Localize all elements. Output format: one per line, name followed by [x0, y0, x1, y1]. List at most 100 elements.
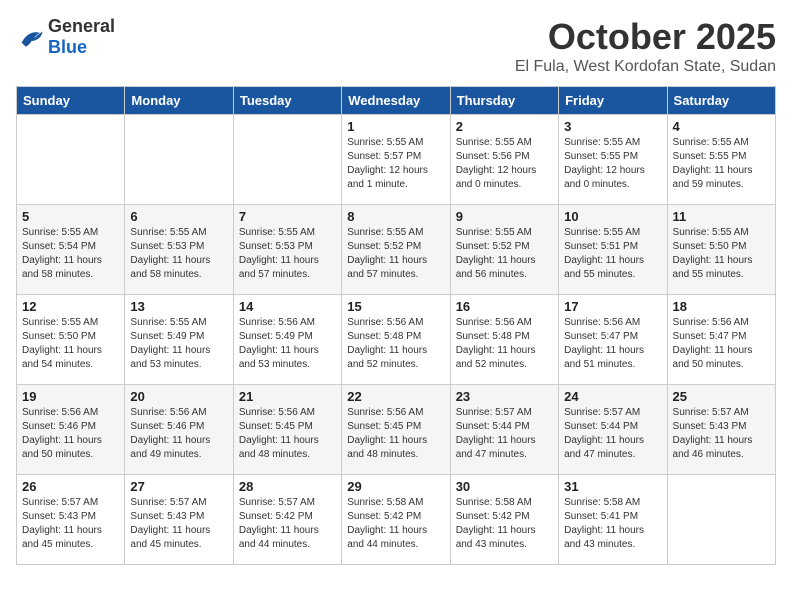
- day-number: 4: [673, 119, 770, 134]
- calendar-cell: [17, 115, 125, 205]
- day-number: 28: [239, 479, 336, 494]
- calendar-cell: 21 Sunrise: 5:56 AM Sunset: 5:45 PM Dayli…: [233, 385, 341, 475]
- day-number: 25: [673, 389, 770, 404]
- calendar-cell: [233, 115, 341, 205]
- calendar-cell: 1Sunrise: 5:55 AM Sunset: 5:57 PM Daylig…: [342, 115, 450, 205]
- calendar-cell: 14Sunrise: 5:56 AM Sunset: 5:49 PM Dayli…: [233, 295, 341, 385]
- day-number: 26: [22, 479, 119, 494]
- day-number: 16: [456, 299, 553, 314]
- day-number: 1: [347, 119, 444, 134]
- calendar-cell: 24 Sunrise: 5:57 AM Sunset: 5:44 PM Dayli…: [559, 385, 667, 475]
- day-number: 15: [347, 299, 444, 314]
- calendar-cell: 31 Sunrise: 5:58 AM Sunset: 5:41 PM Dayli…: [559, 475, 667, 565]
- cell-content: Sunrise: 5:57 AM Sunset: 5:43 PM Dayligh…: [673, 406, 770, 462]
- day-number: 24: [564, 389, 661, 404]
- cell-content: Sunrise: 5:55 AM Sunset: 5:52 PM Dayligh…: [347, 226, 444, 282]
- cell-content: Sunrise: 5:56 AM Sunset: 5:46 PM Dayligh…: [22, 406, 119, 462]
- weekday-header-thursday: Thursday: [450, 87, 558, 115]
- day-number: 10: [564, 209, 661, 224]
- calendar-cell: 16Sunrise: 5:56 AM Sunset: 5:48 PM Dayli…: [450, 295, 558, 385]
- cell-content: Sunrise: 5:55 AM Sunset: 5:51 PM Dayligh…: [564, 226, 661, 282]
- logo-wordmark: General Blue: [48, 16, 115, 58]
- day-number: 8: [347, 209, 444, 224]
- calendar-cell: 3 Sunrise: 5:55 AM Sunset: 5:55 PM Daylig…: [559, 115, 667, 205]
- calendar-cell: 6 Sunrise: 5:55 AM Sunset: 5:53 PM Daylig…: [125, 205, 233, 295]
- cell-content: Sunrise: 5:55 AM Sunset: 5:50 PM Dayligh…: [673, 226, 770, 282]
- cell-content: Sunrise: 5:56 AM Sunset: 5:47 PM Dayligh…: [564, 316, 661, 372]
- weekday-header-wednesday: Wednesday: [342, 87, 450, 115]
- calendar-cell: 5 Sunrise: 5:55 AM Sunset: 5:54 PM Daylig…: [17, 205, 125, 295]
- day-number: 9: [456, 209, 553, 224]
- calendar-cell: 25 Sunrise: 5:57 AM Sunset: 5:43 PM Dayli…: [667, 385, 775, 475]
- cell-content: Sunrise: 5:55 AM Sunset: 5:55 PM Dayligh…: [673, 136, 770, 192]
- cell-content: Sunrise: 5:57 AM Sunset: 5:44 PM Dayligh…: [564, 406, 661, 462]
- cell-content: Sunrise: 5:56 AM Sunset: 5:48 PM Dayligh…: [347, 316, 444, 372]
- calendar-cell: 20Sunrise: 5:56 AM Sunset: 5:46 PM Dayli…: [125, 385, 233, 475]
- calendar-week-3: 12Sunrise: 5:55 AM Sunset: 5:50 PM Dayli…: [17, 295, 776, 385]
- day-number: 19: [22, 389, 119, 404]
- logo-general-text: General: [48, 16, 115, 36]
- day-number: 5: [22, 209, 119, 224]
- calendar-cell: 12Sunrise: 5:55 AM Sunset: 5:50 PM Dayli…: [17, 295, 125, 385]
- calendar-cell: 15 Sunrise: 5:56 AM Sunset: 5:48 PM Dayli…: [342, 295, 450, 385]
- calendar-cell: 7 Sunrise: 5:55 AM Sunset: 5:53 PM Daylig…: [233, 205, 341, 295]
- day-number: 27: [130, 479, 227, 494]
- day-number: 2: [456, 119, 553, 134]
- cell-content: Sunrise: 5:57 AM Sunset: 5:42 PM Dayligh…: [239, 496, 336, 552]
- calendar-cell: 27Sunrise: 5:57 AM Sunset: 5:43 PM Dayli…: [125, 475, 233, 565]
- cell-content: Sunrise: 5:57 AM Sunset: 5:43 PM Dayligh…: [22, 496, 119, 552]
- day-number: 6: [130, 209, 227, 224]
- calendar-cell: 13Sunrise: 5:55 AM Sunset: 5:49 PM Dayli…: [125, 295, 233, 385]
- location-subtitle: El Fula, West Kordofan State, Sudan: [515, 58, 776, 76]
- day-number: 22: [347, 389, 444, 404]
- day-number: 31: [564, 479, 661, 494]
- logo-blue-text: Blue: [48, 37, 87, 57]
- calendar-cell: 30 Sunrise: 5:58 AM Sunset: 5:42 PM Dayli…: [450, 475, 558, 565]
- calendar-cell: 19 Sunrise: 5:56 AM Sunset: 5:46 PM Dayli…: [17, 385, 125, 475]
- day-number: 23: [456, 389, 553, 404]
- calendar-week-1: 1Sunrise: 5:55 AM Sunset: 5:57 PM Daylig…: [17, 115, 776, 205]
- page-header: General Blue October 2025 El Fula, West …: [16, 16, 776, 76]
- day-number: 11: [673, 209, 770, 224]
- calendar-cell: 17 Sunrise: 5:56 AM Sunset: 5:47 PM Dayli…: [559, 295, 667, 385]
- month-title: October 2025: [515, 16, 776, 58]
- day-number: 12: [22, 299, 119, 314]
- day-number: 30: [456, 479, 553, 494]
- cell-content: Sunrise: 5:56 AM Sunset: 5:45 PM Dayligh…: [239, 406, 336, 462]
- day-number: 7: [239, 209, 336, 224]
- cell-content: Sunrise: 5:58 AM Sunset: 5:42 PM Dayligh…: [456, 496, 553, 552]
- cell-content: Sunrise: 5:58 AM Sunset: 5:41 PM Dayligh…: [564, 496, 661, 552]
- calendar-week-5: 26 Sunrise: 5:57 AM Sunset: 5:43 PM Dayli…: [17, 475, 776, 565]
- weekday-header-tuesday: Tuesday: [233, 87, 341, 115]
- cell-content: Sunrise: 5:55 AM Sunset: 5:53 PM Dayligh…: [130, 226, 227, 282]
- calendar-cell: 29Sunrise: 5:58 AM Sunset: 5:42 PM Dayli…: [342, 475, 450, 565]
- calendar-cell: 26 Sunrise: 5:57 AM Sunset: 5:43 PM Dayli…: [17, 475, 125, 565]
- calendar-cell: [667, 475, 775, 565]
- day-number: 21: [239, 389, 336, 404]
- calendar-cell: [125, 115, 233, 205]
- day-number: 20: [130, 389, 227, 404]
- cell-content: Sunrise: 5:56 AM Sunset: 5:49 PM Dayligh…: [239, 316, 336, 372]
- weekday-header-saturday: Saturday: [667, 87, 775, 115]
- calendar-table: SundayMondayTuesdayWednesdayThursdayFrid…: [16, 86, 776, 565]
- calendar-week-4: 19 Sunrise: 5:56 AM Sunset: 5:46 PM Dayli…: [17, 385, 776, 475]
- cell-content: Sunrise: 5:55 AM Sunset: 5:55 PM Dayligh…: [564, 136, 661, 192]
- cell-content: Sunrise: 5:57 AM Sunset: 5:44 PM Dayligh…: [456, 406, 553, 462]
- calendar-cell: 28 Sunrise: 5:57 AM Sunset: 5:42 PM Dayli…: [233, 475, 341, 565]
- day-number: 29: [347, 479, 444, 494]
- logo-bird-icon: [16, 23, 44, 51]
- calendar-header-row: SundayMondayTuesdayWednesdayThursdayFrid…: [17, 87, 776, 115]
- weekday-header-sunday: Sunday: [17, 87, 125, 115]
- cell-content: Sunrise: 5:55 AM Sunset: 5:49 PM Dayligh…: [130, 316, 227, 372]
- title-block: October 2025 El Fula, West Kordofan Stat…: [515, 16, 776, 76]
- day-number: 3: [564, 119, 661, 134]
- calendar-cell: 11 Sunrise: 5:55 AM Sunset: 5:50 PM Dayli…: [667, 205, 775, 295]
- calendar-cell: 9Sunrise: 5:55 AM Sunset: 5:52 PM Daylig…: [450, 205, 558, 295]
- calendar-cell: 10 Sunrise: 5:55 AM Sunset: 5:51 PM Dayli…: [559, 205, 667, 295]
- calendar-cell: 18Sunrise: 5:56 AM Sunset: 5:47 PM Dayli…: [667, 295, 775, 385]
- calendar-week-2: 5 Sunrise: 5:55 AM Sunset: 5:54 PM Daylig…: [17, 205, 776, 295]
- cell-content: Sunrise: 5:55 AM Sunset: 5:54 PM Dayligh…: [22, 226, 119, 282]
- cell-content: Sunrise: 5:55 AM Sunset: 5:53 PM Dayligh…: [239, 226, 336, 282]
- day-number: 17: [564, 299, 661, 314]
- day-number: 18: [673, 299, 770, 314]
